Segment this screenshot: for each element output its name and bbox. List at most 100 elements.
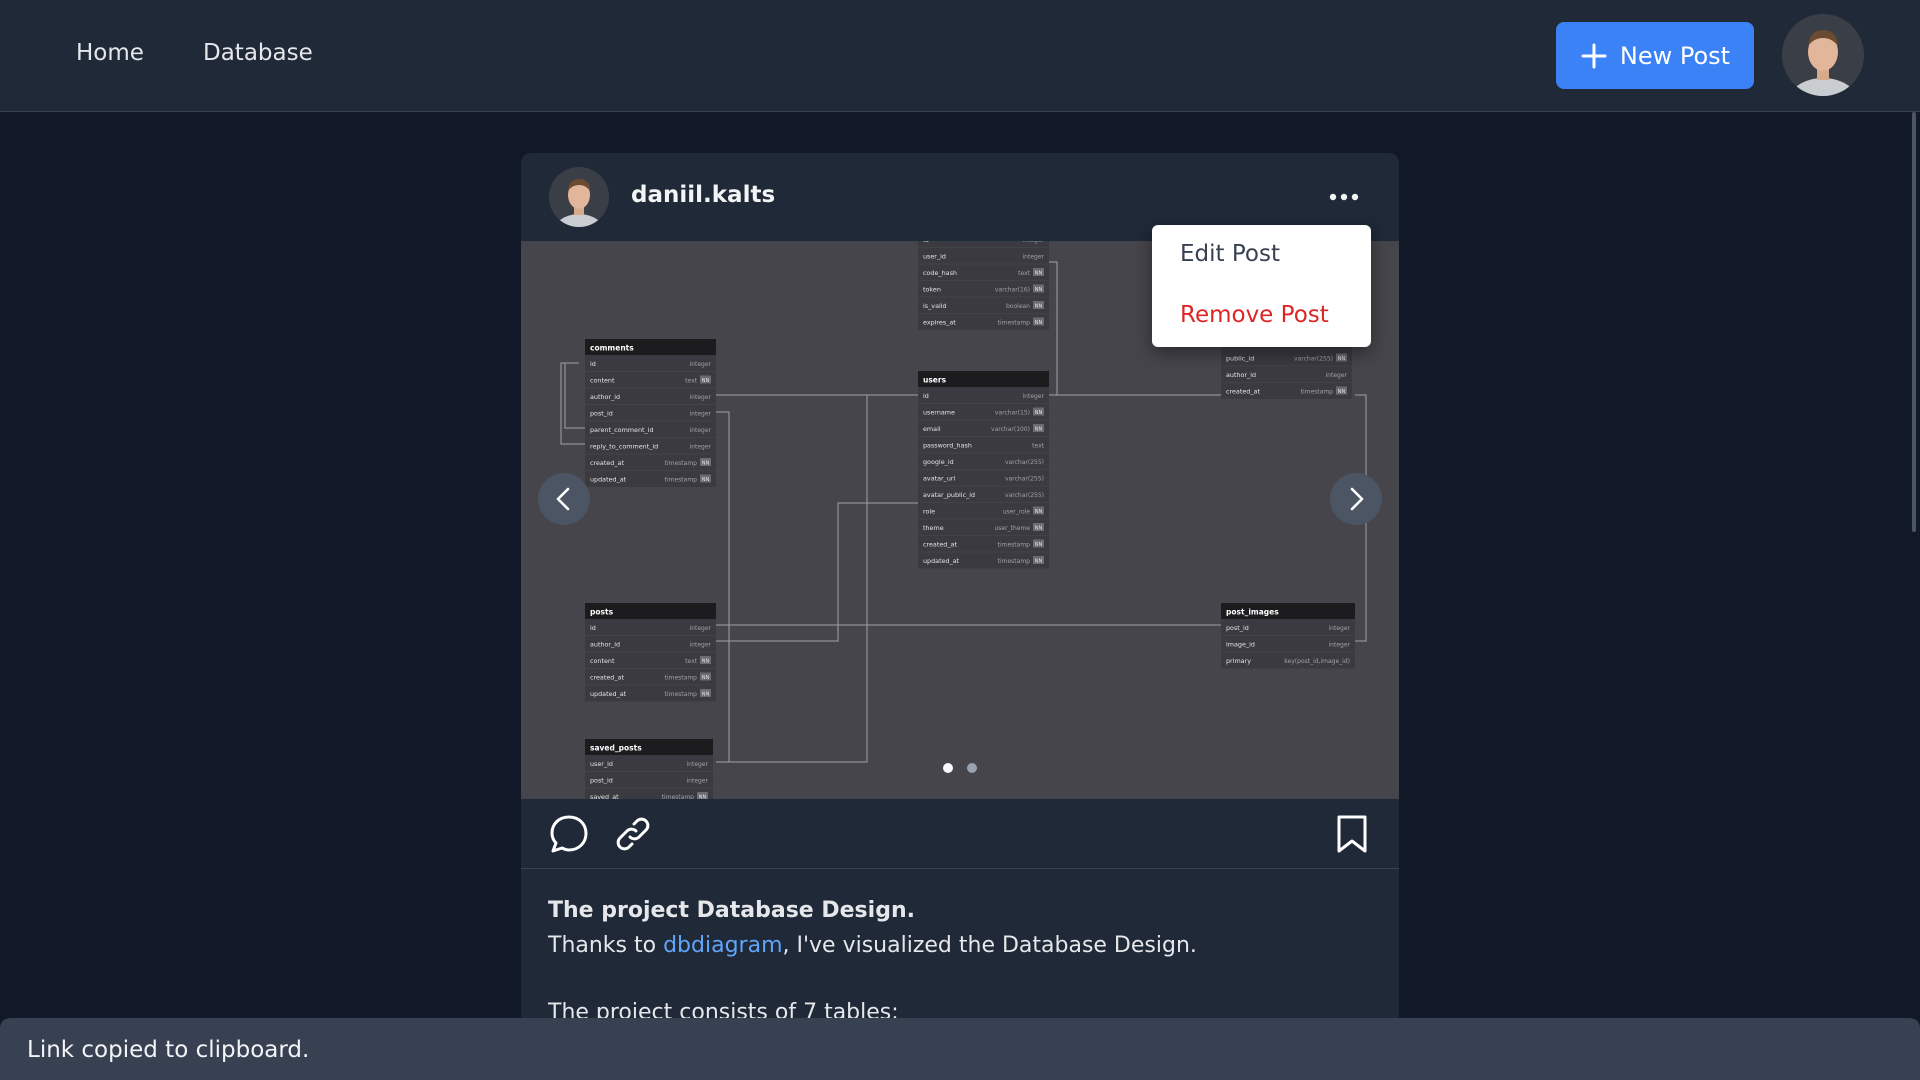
diagram-field-type: integer [687,778,709,785]
diagram-field-name: id [590,360,596,368]
diagram-table-comments: commentsid integercontent NNtextauthor_id i… [585,339,716,487]
diagram-field-name: reply_to_comment_id [590,443,658,451]
author-avatar-image [549,167,609,227]
diagram-field-type: integer [1023,254,1045,261]
diagram-field-type: integer [690,642,712,649]
post-text: , I've visualized the Database Design. [782,933,1197,958]
carousel-dot-2[interactable] [967,763,977,773]
diagram-field-type: timestamp [998,542,1031,549]
bookmark-icon[interactable] [1331,813,1373,855]
carousel-pagination [521,763,1399,777]
diagram-field-type: integer [690,361,712,368]
new-post-label: New Post [1619,41,1731,70]
diagram-field-nn-badge: NN [1035,320,1043,326]
diagram-field-type: timestamp [665,675,698,682]
post-author-name[interactable]: daniil.kalts [631,182,775,208]
diagram-field-name: google_id [923,458,954,466]
page-scrollbar[interactable] [1912,112,1916,532]
diagram-field-type: integer [690,411,712,418]
diagram-field-type: key(post_id,image_id) [1284,658,1350,665]
diagram-field-type: varchar(255) [1005,476,1044,483]
diagram-field-name: email [923,425,941,433]
diagram-field-nn-badge: NN [1035,558,1043,564]
diagram-field-name: author_id [1226,371,1256,379]
diagram-field-name: updated_at [590,476,627,484]
diagram-field-nn-badge: NN [702,675,710,681]
post-options-menu: Edit Post Remove Post [1152,225,1371,347]
diagram-field-name: created_at [590,459,624,467]
link-icon[interactable] [612,813,654,855]
diagram-field-type: integer [690,625,712,632]
carousel-prev-button[interactable] [538,473,590,525]
diagram-field-name: id [923,392,929,400]
diagram-field-name: expires_at [923,319,956,327]
chevron-right-icon [1350,487,1364,511]
plus-icon [1581,43,1607,68]
diagram-field-name: created_at [923,541,957,549]
diagram-field-nn-badge: NN [1338,356,1346,362]
diagram-field-name: is_valid [923,302,947,310]
diagram-field-type: integer [690,444,712,451]
diagram-field-type: timestamp [665,691,698,698]
diagram-field-type: user_theme [995,525,1031,532]
diagram-field-type: integer [1329,642,1351,649]
comment-icon[interactable] [548,813,590,855]
diagram-table-title: users [923,376,947,385]
chevron-left-icon [556,487,570,511]
avatar[interactable] [1782,14,1864,96]
diagram-field-type: user_role [1003,509,1031,516]
diagram-field-name: author_id [590,393,620,401]
diagram-field-type: timestamp [665,460,698,467]
diagram-field-type: integer [690,394,712,401]
new-post-button[interactable]: New Post [1556,22,1754,89]
post-text: Thanks to [548,933,664,958]
diagram-field-type: integer [1326,372,1348,379]
diagram-table-users: users id integer username NN varchar(15) email… [918,371,1049,569]
post-actions [521,799,1399,869]
post-text-line: Thanks to dbdiagram, I've visualized the… [548,928,1378,963]
diagram-table-post_images: post_imagespost_id integerimage_id integer… [1221,603,1355,669]
diagram-field-type: timestamp [998,558,1031,565]
diagram-field-name: role [923,508,935,516]
diagram-table-posts: posts id integer author_id integer content NN t… [585,603,716,702]
diagram-field-name: author_id [590,641,620,649]
nav-link-database[interactable]: Database [203,40,313,66]
diagram-field-type: text [1018,270,1030,277]
diagram-field-type: integer [690,427,712,434]
diagram-field-name: username [923,409,955,417]
diagram-field-name: post_id [590,777,613,785]
diagram-field-nn-badge: NN [1035,303,1043,309]
diagram-field-type: text [685,378,697,385]
dbdiagram-link[interactable]: dbdiagram [663,933,782,958]
more-horizontal-icon [1329,193,1359,201]
avatar-image [1782,14,1864,96]
diagram-field-type: integer [1023,393,1045,400]
diagram-field-name: public_id [1226,355,1254,363]
diagram-field-name: primary [1226,657,1251,665]
diagram-table-title: post_images [1226,608,1279,617]
diagram-field-name: updated_at [590,690,627,698]
nav-link-home[interactable]: Home [76,40,144,66]
diagram-field-name: image_id [1226,641,1255,649]
diagram-field-name: avatar_url [923,475,956,483]
diagram-field-type: varchar(16) [995,287,1030,294]
diagram-field-type: varchar(255) [1294,356,1333,363]
diagram-field-type: text [685,658,697,665]
diagram-field-type: varchar(255) [1005,492,1044,499]
diagram-field-name: token [923,286,941,294]
diagram-field-nn-badge: NN [1035,410,1043,416]
more-options-button[interactable] [1327,183,1361,211]
carousel-dot-1[interactable] [943,763,953,773]
diagram-field-nn-badge: NN [1035,287,1043,293]
diagram-field-nn-badge: NN [702,460,710,466]
author-avatar[interactable] [549,167,609,227]
toast-notification: Link copied to clipboard. [0,1018,1920,1080]
top-navbar: Home Database New Post [0,0,1920,112]
edit-post-menu-item[interactable]: Edit Post [1180,241,1280,267]
diagram-field-type: timestamp [998,320,1031,327]
remove-post-menu-item[interactable]: Remove Post [1180,302,1329,328]
carousel-next-button[interactable] [1330,473,1382,525]
post-body: The project Database Design. Thanks to d… [548,893,1378,1030]
diagram-field-nn-badge: NN [1338,389,1346,395]
diagram-field-name: avatar_public_id [923,491,975,499]
